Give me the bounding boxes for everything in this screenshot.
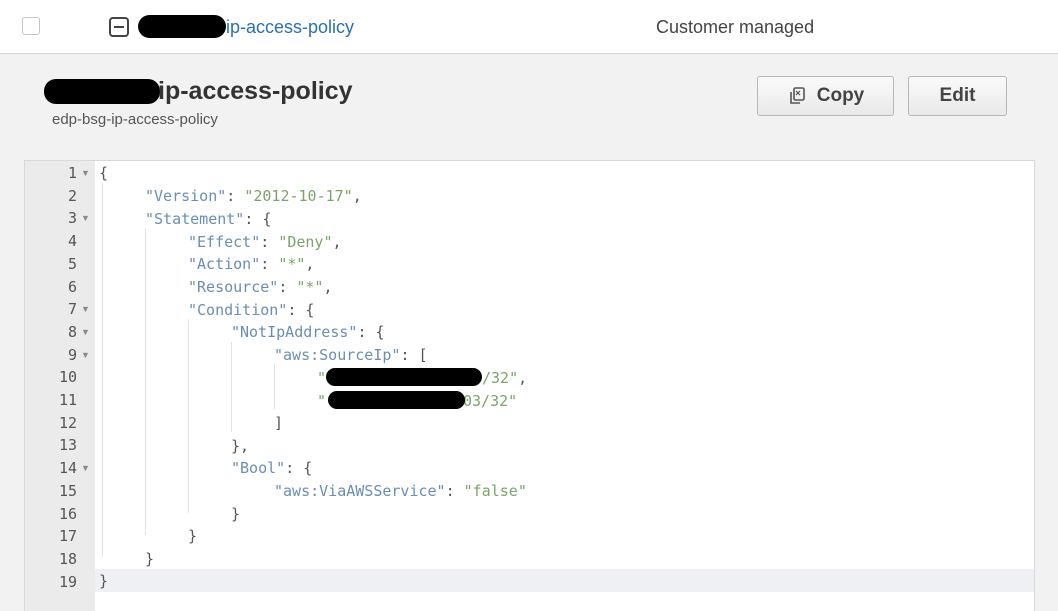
code-line: "Effect": "Deny", — [188, 233, 342, 251]
line-number: 10 — [58, 368, 77, 387]
policy-name-link[interactable]: ip-access-policy — [226, 16, 354, 38]
code-line: "Condition": { — [188, 301, 315, 319]
line-number: 5 — [67, 254, 77, 273]
line-number: 9 — [67, 345, 77, 364]
redaction-mark — [138, 15, 226, 38]
policy-json-editor[interactable]: 1 ▼ 2 3 ▼ 4 5 6 7 ▼ 8 ▼ 9 ▼ 10 11 12 13 14 ▼ 15 16 17 18 19 { "V… — [24, 160, 1035, 611]
edit-button[interactable]: Edit — [908, 76, 1007, 116]
code-line: " — [317, 392, 327, 410]
line-number: 14 — [58, 459, 77, 478]
fold-arrow-icon[interactable]: ▼ — [81, 344, 90, 366]
indent-guide — [274, 364, 275, 409]
edit-button-label: Edit — [939, 85, 976, 106]
copy-icon — [787, 86, 807, 106]
code-line: } — [188, 527, 198, 545]
policy-title: ip-access-policy — [158, 77, 353, 105]
policy-subtitle: edp-bsg-ip-access-policy — [52, 111, 218, 128]
code-line: 03/32" — [463, 392, 518, 410]
line-number: 3 — [67, 209, 77, 228]
copy-button[interactable]: Copy — [757, 76, 894, 116]
code-line: " — [317, 369, 327, 387]
code-line: ] — [274, 414, 284, 432]
indent-guide — [231, 342, 232, 432]
fold-arrow-icon[interactable]: ▼ — [81, 298, 90, 320]
line-number: 15 — [58, 481, 77, 500]
code-line: } — [231, 505, 241, 523]
code-line: /32", — [482, 369, 528, 387]
code-line: } — [145, 550, 155, 568]
redaction-mark — [326, 368, 482, 386]
copy-button-label: Copy — [816, 85, 865, 106]
code-line: { — [99, 164, 109, 182]
code-line: "NotIpAddress": { — [231, 323, 385, 341]
line-number: 2 — [67, 186, 77, 205]
code-line: "aws:SourceIp": [ — [274, 346, 428, 364]
line-number: 8 — [67, 322, 77, 341]
indent-guide — [188, 319, 189, 513]
line-number: 6 — [67, 277, 77, 296]
code-line: "Bool": { — [231, 459, 313, 477]
line-number: 4 — [67, 232, 77, 251]
indent-guide — [102, 183, 103, 557]
line-number: 16 — [58, 504, 77, 523]
indent-guide — [145, 228, 146, 535]
code-line: "Version": "2012-10-17", — [145, 187, 362, 205]
collapse-icon[interactable] — [109, 17, 129, 37]
row-checkbox[interactable] — [22, 17, 40, 35]
code-line: "Statement": { — [145, 210, 272, 228]
fold-arrow-icon[interactable]: ▼ — [81, 457, 90, 479]
code-line: }, — [231, 437, 250, 455]
fold-arrow-icon[interactable]: ▼ — [81, 321, 90, 343]
line-number: 12 — [58, 413, 77, 432]
fold-arrow-icon[interactable]: ▼ — [81, 162, 90, 184]
line-number: 18 — [58, 549, 77, 568]
line-number: 7 — [67, 300, 77, 319]
line-number: 11 — [58, 391, 77, 409]
line-number: 13 — [58, 436, 77, 455]
fold-arrow-icon[interactable]: ▼ — [81, 207, 90, 229]
code-line: "Resource": "*", — [188, 278, 333, 296]
policy-type-label: Customer managed — [656, 17, 815, 37]
code-line: "aws:ViaAWSService": "false" — [274, 482, 527, 500]
redaction-mark — [328, 391, 465, 409]
line-number: 19 — [58, 572, 77, 591]
code-line: "Action": "*", — [188, 255, 315, 273]
line-number: 17 — [58, 527, 77, 546]
redaction-mark — [44, 79, 160, 104]
active-line-highlight — [95, 569, 1034, 592]
policy-list-row[interactable]: ip-access-policy Customer managed — [0, 0, 1058, 54]
code-line: } — [99, 572, 109, 590]
line-number: 1 — [67, 164, 77, 182]
